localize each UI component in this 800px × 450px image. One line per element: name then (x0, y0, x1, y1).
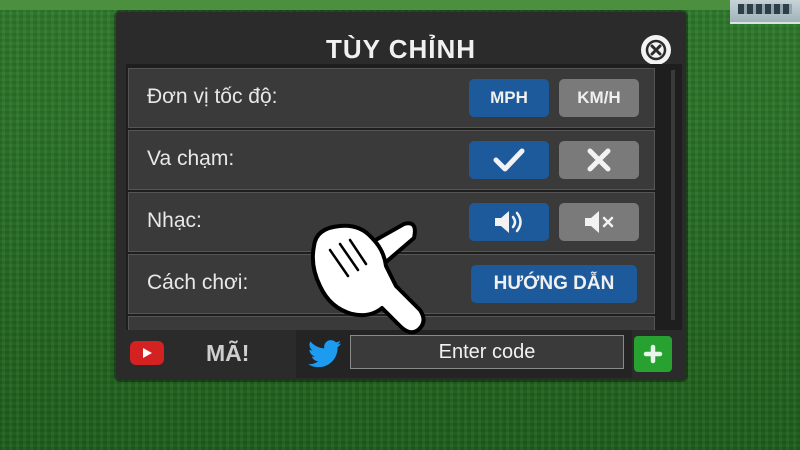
kmh-button[interactable]: KM/H (559, 79, 639, 117)
setting-label-collision: Va chạm: (147, 147, 235, 170)
mph-button[interactable]: MPH (469, 79, 549, 117)
panel-title: TÙY CHỈNH (325, 34, 477, 64)
setting-label-speed-unit: Đơn vị tốc độ: (147, 85, 278, 108)
background-horizon (0, 0, 800, 10)
close-icon (645, 39, 667, 61)
collision-on-button[interactable] (469, 141, 549, 179)
speaker-muted-icon (585, 211, 614, 233)
close-button[interactable] (641, 35, 671, 65)
collision-off-button[interactable] (559, 141, 639, 179)
checkmark-icon (493, 148, 525, 172)
youtube-button[interactable] (130, 341, 164, 365)
plus-icon (643, 344, 663, 364)
background-building (730, 0, 800, 24)
codes-label: MÃ! (206, 340, 250, 366)
redeem-code-button[interactable] (634, 336, 672, 372)
code-input[interactable] (350, 335, 624, 369)
setting-row-speed-unit: Đơn vị tốc độ: MPH KM/H (128, 68, 655, 128)
youtube-icon (143, 348, 152, 358)
setting-label-music: Nhạc: (147, 209, 202, 232)
guide-button[interactable]: HƯỚNG DẪN (471, 265, 637, 303)
twitter-icon[interactable] (308, 340, 342, 368)
scrollbar[interactable] (671, 70, 675, 320)
music-off-button[interactable] (559, 203, 639, 241)
setting-row-collision: Va chạm: (128, 130, 655, 190)
pointer-hand-icon (310, 221, 426, 335)
music-on-button[interactable] (469, 203, 549, 241)
setting-label-how-to-play: Cách chơi: (147, 271, 249, 294)
speaker-on-icon (495, 211, 522, 233)
x-mark-icon (587, 148, 611, 172)
